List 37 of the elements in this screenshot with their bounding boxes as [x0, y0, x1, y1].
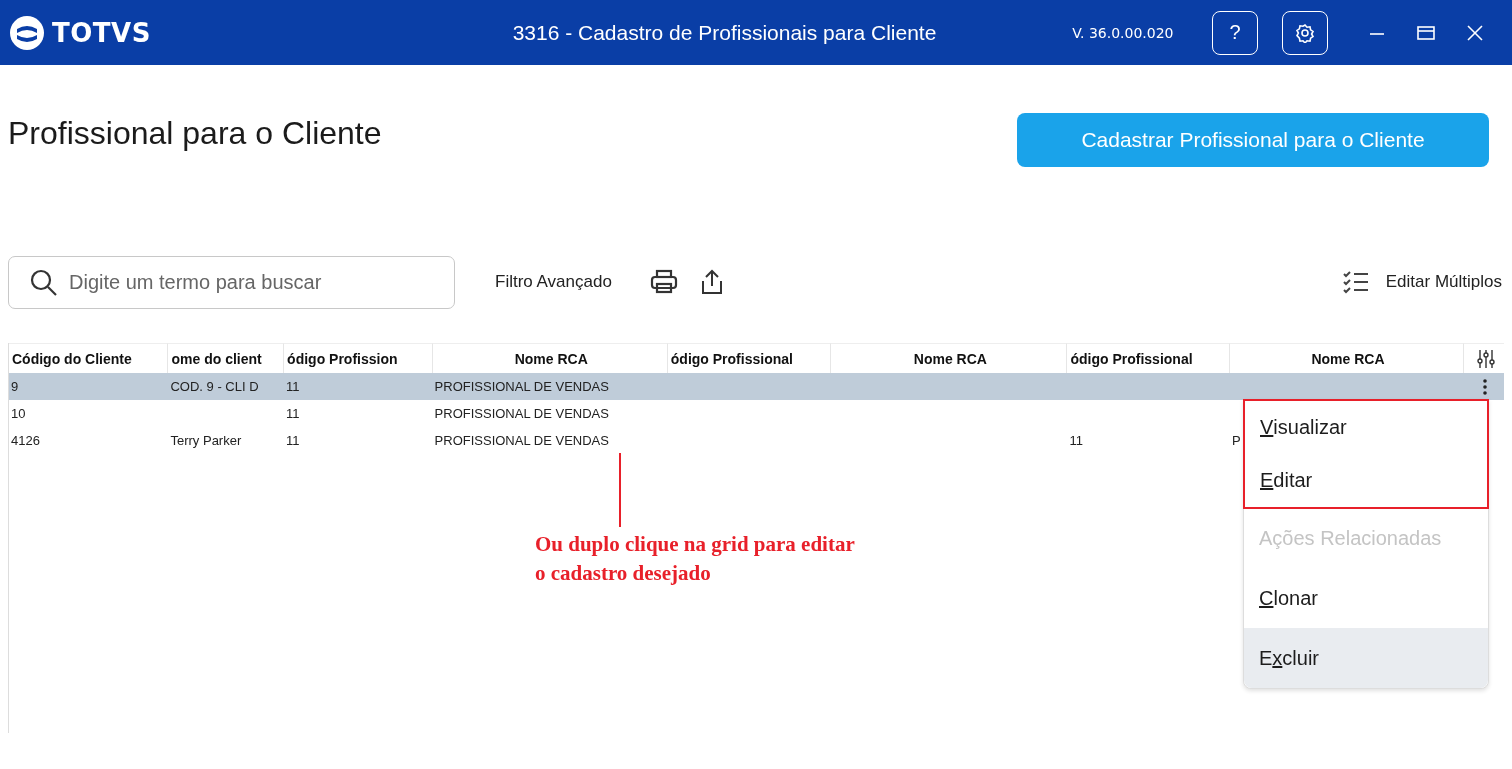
close-icon[interactable] [1466, 23, 1484, 42]
search-field[interactable]: Digite um termo para buscar [8, 255, 455, 309]
gear-icon [1295, 22, 1316, 43]
version-label: V. 36.0.00.020 [1072, 24, 1175, 41]
selected-row[interactable]: 9 COD. 9 - CLI D 11 PROFISSIONAL DE VENDAS [9, 373, 1504, 400]
table-cell: 11 [286, 406, 300, 421]
maximize-icon[interactable] [1416, 23, 1436, 42]
page-title: Profissional para o Cliente [8, 115, 382, 152]
table-cell: COD. 9 - CLI D [170, 379, 259, 394]
table-cell: 11 [286, 379, 300, 394]
table-cell: 10 [11, 406, 26, 421]
table-cell: 4126 [11, 433, 40, 448]
advanced-filter-link[interactable]: Filtro Avançado [495, 272, 612, 292]
settings-button[interactable] [1282, 10, 1329, 55]
menu-item[interactable]: Excluir [1244, 628, 1488, 688]
logo-icon [8, 13, 46, 52]
table-cell: Terry Parker [170, 433, 242, 448]
edit-multiple-button[interactable]: Editar Múltiplos [1341, 270, 1502, 294]
table-cell: PROFISSIONAL DE VENDAS [434, 433, 609, 448]
annotation-text: Ou duplo clique na grid para editar o cadastro desejado [535, 531, 856, 587]
brand-name: TOTVS [52, 17, 151, 48]
table-cell: 9 [11, 379, 19, 394]
checklist-icon [1341, 270, 1370, 294]
table-cell: 11 [286, 433, 300, 448]
window-title: 3316 - Cadastro de Profissionais para Cliente [512, 20, 938, 45]
table-cell: PROFISSIONAL DE VENDAS [434, 379, 609, 394]
table-cell: PROFISSIONAL DE VENDAS [434, 406, 609, 421]
export-icon[interactable] [699, 268, 724, 296]
help-button[interactable]: ? [1212, 10, 1259, 55]
menu-item[interactable]: Clonar [1244, 568, 1488, 628]
table-cell: P [1231, 433, 1241, 448]
more-icon[interactable] [1483, 378, 1488, 395]
column-settings-icon[interactable] [1476, 348, 1495, 369]
menu-item[interactable]: Editar [1245, 454, 1487, 507]
menu-item[interactable]: Visualizar [1245, 401, 1487, 454]
table-cell: 11 [1069, 433, 1083, 448]
print-icon[interactable] [649, 269, 678, 295]
